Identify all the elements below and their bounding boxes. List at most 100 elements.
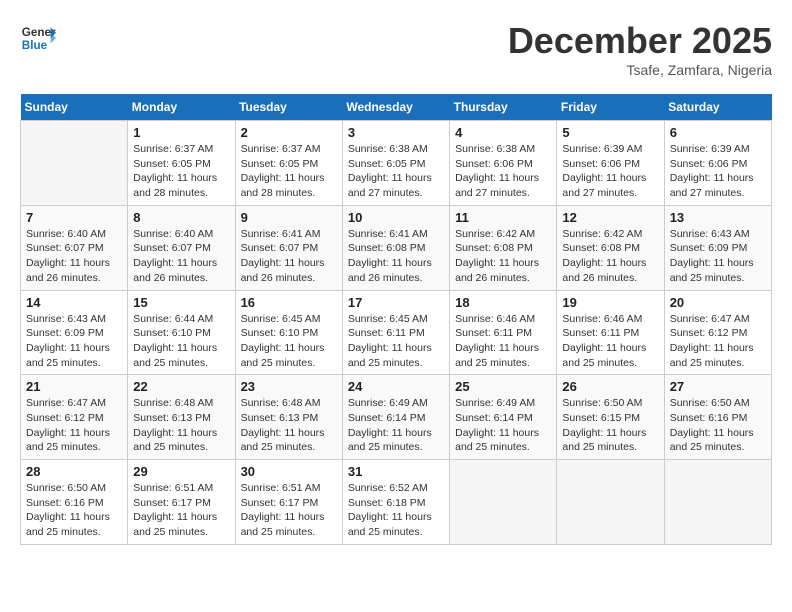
cell-info: Sunrise: 6:45 AMSunset: 6:10 PMDaylight:… [241, 312, 337, 371]
logo-icon: General Blue [20, 20, 56, 56]
week-row-1: 1 Sunrise: 6:37 AMSunset: 6:05 PMDaylight… [21, 121, 772, 206]
day-header-sunday: Sunday [21, 94, 128, 121]
cell-info: Sunrise: 6:49 AMSunset: 6:14 PMDaylight:… [455, 396, 551, 455]
day-number: 1 [133, 125, 229, 140]
calendar-cell [21, 121, 128, 206]
day-header-tuesday: Tuesday [235, 94, 342, 121]
page-header: General Blue December 2025 Tsafe, Zamfar… [20, 20, 772, 78]
calendar-cell: 8Sunrise: 6:40 AMSunset: 6:07 PMDaylight… [128, 205, 235, 290]
cell-info: Sunrise: 6:42 AMSunset: 6:08 PMDaylight:… [455, 227, 551, 286]
cell-info: Sunrise: 6:51 AMSunset: 6:17 PMDaylight:… [241, 481, 337, 540]
cell-info: Sunrise: 6:45 AMSunset: 6:11 PMDaylight:… [348, 312, 444, 371]
day-number: 24 [348, 379, 444, 394]
calendar-cell: 28 Sunrise: 6:50 AMSunset: 6:16 PMDayligh… [21, 460, 128, 545]
calendar-cell: 16 Sunrise: 6:45 AMSunset: 6:10 PMDayligh… [235, 290, 342, 375]
day-number: 17 [348, 295, 444, 310]
day-number: 2 [241, 125, 337, 140]
day-number: 31 [348, 464, 444, 479]
day-header-saturday: Saturday [664, 94, 771, 121]
week-row-3: 14Sunrise: 6:43 AMSunset: 6:09 PMDayligh… [21, 290, 772, 375]
calendar-table: SundayMondayTuesdayWednesdayThursdayFrid… [20, 94, 772, 545]
day-header-friday: Friday [557, 94, 664, 121]
calendar-cell: 6 Sunrise: 6:39 AMSunset: 6:06 PMDaylight… [664, 121, 771, 206]
day-header-wednesday: Wednesday [342, 94, 449, 121]
cell-info: Sunrise: 6:44 AMSunset: 6:10 PMDaylight:… [133, 312, 229, 371]
cell-info: Sunrise: 6:50 AMSunset: 6:15 PMDaylight:… [562, 396, 658, 455]
calendar-cell: 14Sunrise: 6:43 AMSunset: 6:09 PMDayligh… [21, 290, 128, 375]
calendar-cell: 5Sunrise: 6:39 AMSunset: 6:06 PMDaylight… [557, 121, 664, 206]
calendar-cell: 30 Sunrise: 6:51 AMSunset: 6:17 PMDayligh… [235, 460, 342, 545]
day-number: 28 [26, 464, 122, 479]
week-row-4: 21 Sunrise: 6:47 AMSunset: 6:12 PMDayligh… [21, 375, 772, 460]
calendar-cell: 18 Sunrise: 6:46 AMSunset: 6:11 PMDayligh… [450, 290, 557, 375]
calendar-cell: 19Sunrise: 6:46 AMSunset: 6:11 PMDayligh… [557, 290, 664, 375]
calendar-cell: 1 Sunrise: 6:37 AMSunset: 6:05 PMDaylight… [128, 121, 235, 206]
day-number: 11 [455, 210, 551, 225]
cell-info: Sunrise: 6:50 AMSunset: 6:16 PMDaylight:… [26, 481, 122, 540]
day-number: 21 [26, 379, 122, 394]
day-number: 22 [133, 379, 229, 394]
day-number: 6 [670, 125, 766, 140]
calendar-header-row: SundayMondayTuesdayWednesdayThursdayFrid… [21, 94, 772, 121]
day-number: 20 [670, 295, 766, 310]
calendar-cell: 11 Sunrise: 6:42 AMSunset: 6:08 PMDayligh… [450, 205, 557, 290]
day-number: 4 [455, 125, 551, 140]
day-number: 29 [133, 464, 229, 479]
day-number: 3 [348, 125, 444, 140]
calendar-cell: 17 Sunrise: 6:45 AMSunset: 6:11 PMDayligh… [342, 290, 449, 375]
month-title: December 2025 [508, 20, 772, 62]
title-block: December 2025 Tsafe, Zamfara, Nigeria [508, 20, 772, 78]
cell-info: Sunrise: 6:51 AMSunset: 6:17 PMDaylight:… [133, 481, 229, 540]
calendar-cell: 27 Sunrise: 6:50 AMSunset: 6:16 PMDayligh… [664, 375, 771, 460]
cell-info: Sunrise: 6:42 AMSunset: 6:08 PMDaylight:… [562, 227, 658, 286]
calendar-cell: 21 Sunrise: 6:47 AMSunset: 6:12 PMDayligh… [21, 375, 128, 460]
cell-info: Sunrise: 6:39 AMSunset: 6:06 PMDaylight:… [562, 142, 658, 201]
calendar-cell: 4 Sunrise: 6:38 AMSunset: 6:06 PMDaylight… [450, 121, 557, 206]
calendar-cell: 15 Sunrise: 6:44 AMSunset: 6:10 PMDayligh… [128, 290, 235, 375]
day-number: 8 [133, 210, 229, 225]
day-number: 12 [562, 210, 658, 225]
cell-info: Sunrise: 6:48 AMSunset: 6:13 PMDaylight:… [133, 396, 229, 455]
calendar-cell: 23Sunrise: 6:48 AMSunset: 6:13 PMDayligh… [235, 375, 342, 460]
day-number: 27 [670, 379, 766, 394]
cell-info: Sunrise: 6:50 AMSunset: 6:16 PMDaylight:… [670, 396, 766, 455]
calendar-cell [557, 460, 664, 545]
day-number: 9 [241, 210, 337, 225]
day-number: 13 [670, 210, 766, 225]
cell-info: Sunrise: 6:37 AMSunset: 6:05 PMDaylight:… [133, 142, 229, 201]
cell-info: Sunrise: 6:41 AMSunset: 6:08 PMDaylight:… [348, 227, 444, 286]
calendar-cell [450, 460, 557, 545]
calendar-cell: 25Sunrise: 6:49 AMSunset: 6:14 PMDayligh… [450, 375, 557, 460]
day-number: 10 [348, 210, 444, 225]
calendar-cell: 31Sunrise: 6:52 AMSunset: 6:18 PMDayligh… [342, 460, 449, 545]
cell-info: Sunrise: 6:47 AMSunset: 6:12 PMDaylight:… [26, 396, 122, 455]
cell-info: Sunrise: 6:43 AMSunset: 6:09 PMDaylight:… [26, 312, 122, 371]
calendar-cell: 10 Sunrise: 6:41 AMSunset: 6:08 PMDayligh… [342, 205, 449, 290]
cell-info: Sunrise: 6:43 AMSunset: 6:09 PMDaylight:… [670, 227, 766, 286]
cell-info: Sunrise: 6:38 AMSunset: 6:05 PMDaylight:… [348, 142, 444, 201]
calendar-cell: 12 Sunrise: 6:42 AMSunset: 6:08 PMDayligh… [557, 205, 664, 290]
cell-info: Sunrise: 6:37 AMSunset: 6:05 PMDaylight:… [241, 142, 337, 201]
svg-text:Blue: Blue [22, 39, 48, 52]
calendar-cell: 20 Sunrise: 6:47 AMSunset: 6:12 PMDayligh… [664, 290, 771, 375]
cell-info: Sunrise: 6:39 AMSunset: 6:06 PMDaylight:… [670, 142, 766, 201]
location: Tsafe, Zamfara, Nigeria [508, 62, 772, 78]
day-number: 15 [133, 295, 229, 310]
day-number: 7 [26, 210, 122, 225]
calendar-cell: 24 Sunrise: 6:49 AMSunset: 6:14 PMDayligh… [342, 375, 449, 460]
cell-info: Sunrise: 6:40 AMSunset: 6:07 PMDaylight:… [26, 227, 122, 286]
day-number: 19 [562, 295, 658, 310]
cell-info: Sunrise: 6:49 AMSunset: 6:14 PMDaylight:… [348, 396, 444, 455]
calendar-cell [664, 460, 771, 545]
cell-info: Sunrise: 6:46 AMSunset: 6:11 PMDaylight:… [455, 312, 551, 371]
cell-info: Sunrise: 6:48 AMSunset: 6:13 PMDaylight:… [241, 396, 337, 455]
calendar-cell: 29 Sunrise: 6:51 AMSunset: 6:17 PMDayligh… [128, 460, 235, 545]
day-number: 18 [455, 295, 551, 310]
day-number: 30 [241, 464, 337, 479]
cell-info: Sunrise: 6:47 AMSunset: 6:12 PMDaylight:… [670, 312, 766, 371]
day-number: 16 [241, 295, 337, 310]
cell-info: Sunrise: 6:38 AMSunset: 6:06 PMDaylight:… [455, 142, 551, 201]
day-header-thursday: Thursday [450, 94, 557, 121]
calendar-cell: 3 Sunrise: 6:38 AMSunset: 6:05 PMDaylight… [342, 121, 449, 206]
calendar-cell: 13 Sunrise: 6:43 AMSunset: 6:09 PMDayligh… [664, 205, 771, 290]
